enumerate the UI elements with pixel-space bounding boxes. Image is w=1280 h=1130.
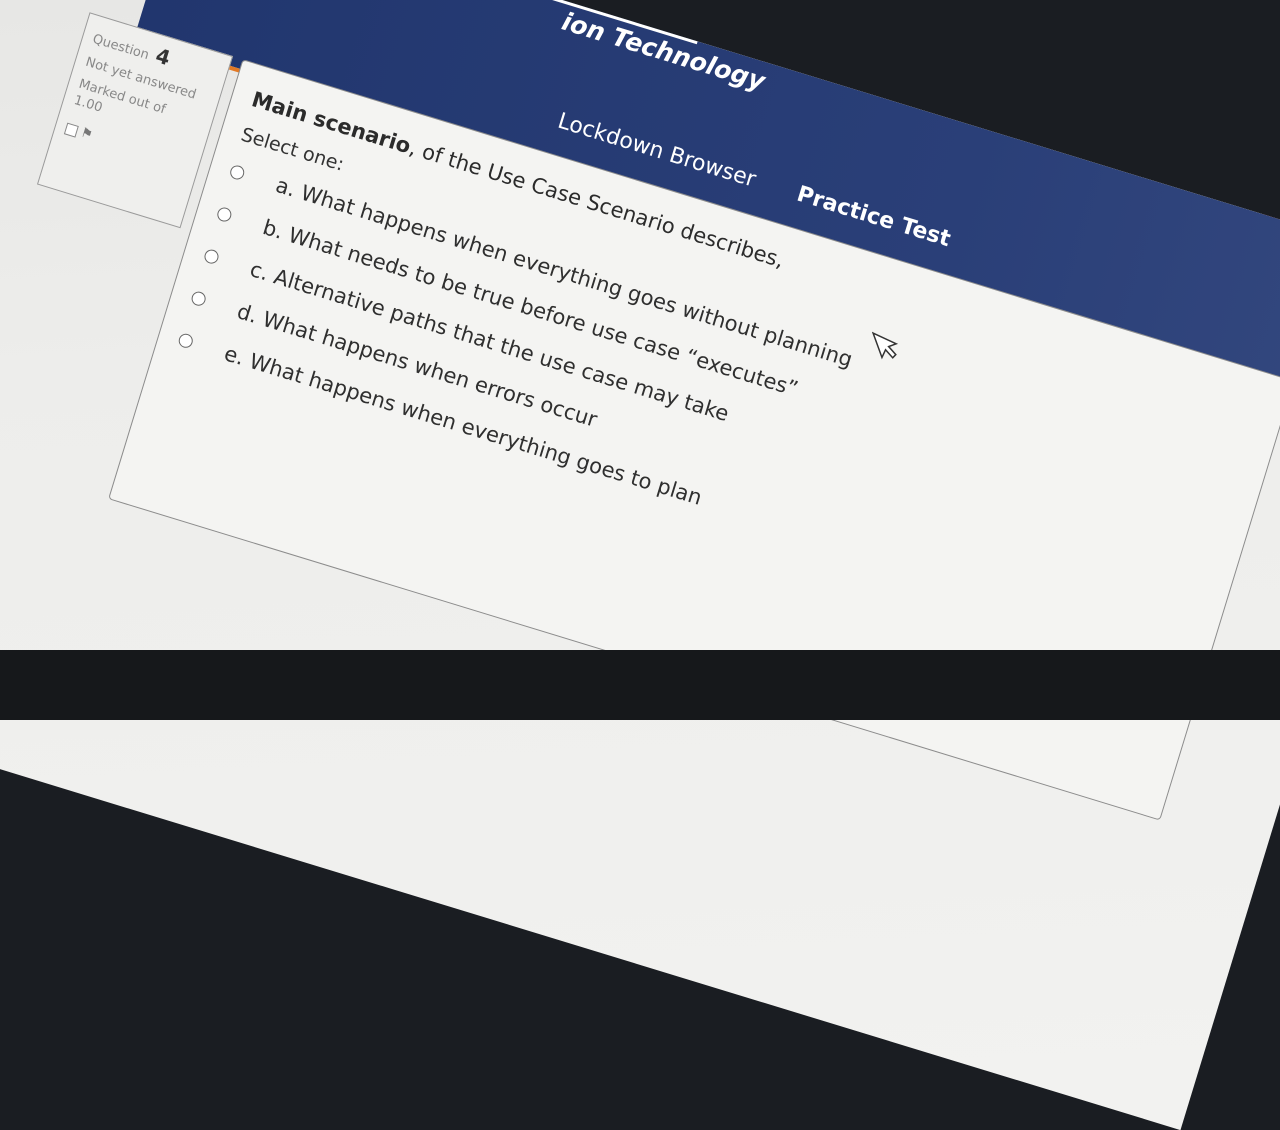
mouse-pointer-icon [872,331,899,360]
question-number: 4 [152,43,174,71]
radio-button[interactable] [215,205,234,224]
radio-button[interactable] [202,247,221,266]
exam-screen: ion Technology inations Lockdown Browser… [0,0,1280,1130]
flag-checkbox[interactable] [64,122,79,138]
laptop-bezel-bottom [0,650,1280,720]
brand-title: ion Technology [558,6,769,96]
radio-button[interactable] [177,332,195,350]
flag-icon: ⚑ [78,125,95,144]
radio-button[interactable] [189,289,208,308]
radio-button[interactable] [228,163,246,182]
